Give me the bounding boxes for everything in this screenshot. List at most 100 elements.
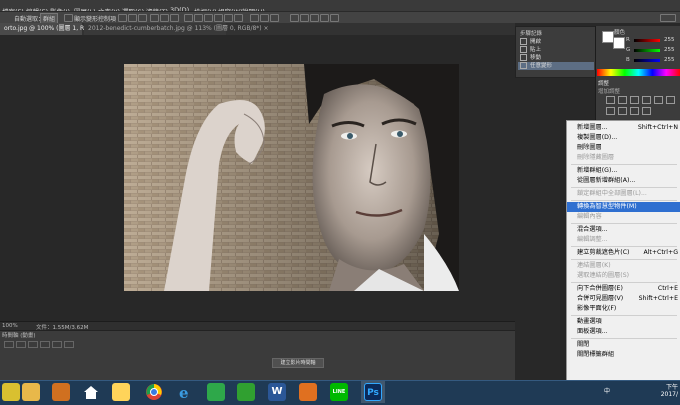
next-frame-icon[interactable] bbox=[40, 341, 50, 348]
context-menu-item[interactable]: 合併可見圖層(V) Shift+Ctrl+E bbox=[567, 294, 680, 304]
context-menu-item[interactable]: 新增圖層... Shift+Ctrl+N bbox=[567, 123, 680, 133]
context-menu-item[interactable]: 建立剪裁遮色片(C) Alt+Ctrl+G bbox=[567, 248, 680, 258]
distribute-icon[interactable] bbox=[214, 14, 223, 22]
store-icon[interactable] bbox=[207, 383, 225, 401]
levels-icon[interactable] bbox=[618, 96, 627, 104]
context-menu-item[interactable]: 面板選項... bbox=[567, 327, 680, 337]
history-item-selected[interactable]: 任意變形 bbox=[518, 62, 594, 70]
channel-label: R bbox=[626, 37, 630, 43]
context-menu-item[interactable]: 向下合併圖層(E) Ctrl+E bbox=[567, 284, 680, 294]
history-title: 步驟記錄 bbox=[520, 31, 543, 37]
context-menu-item[interactable]: 新增群組(G)... bbox=[567, 166, 680, 176]
3d-mode-icon[interactable] bbox=[330, 14, 339, 22]
menu-item-label: 關閉標籤群組 bbox=[577, 351, 615, 358]
history-item[interactable]: 移動 bbox=[518, 54, 594, 62]
channel-mixer-icon[interactable] bbox=[642, 107, 651, 115]
red-value[interactable]: 255 bbox=[664, 37, 675, 43]
distribute-icon[interactable] bbox=[204, 14, 213, 22]
context-menu-item[interactable]: 刪除圖層 bbox=[567, 143, 680, 153]
align-icon[interactable] bbox=[138, 14, 147, 22]
play-icon[interactable] bbox=[28, 341, 38, 348]
player-icon[interactable] bbox=[299, 383, 317, 401]
go-first-icon[interactable] bbox=[4, 341, 14, 348]
history-item[interactable]: 開啟 bbox=[518, 38, 594, 46]
menu-item-label: 新增群組(G)... bbox=[577, 167, 618, 174]
align-icon[interactable] bbox=[170, 14, 179, 22]
color-spectrum[interactable] bbox=[597, 69, 680, 76]
ie-icon[interactable]: e bbox=[176, 383, 194, 402]
photoshop-icon[interactable]: Ps bbox=[364, 383, 382, 401]
hue-icon[interactable] bbox=[666, 96, 675, 104]
home-icon[interactable] bbox=[82, 383, 100, 401]
align-icon[interactable] bbox=[160, 14, 169, 22]
3d-mode-icon[interactable] bbox=[290, 14, 299, 22]
curves-icon[interactable] bbox=[630, 96, 639, 104]
context-menu-item[interactable]: 關閉 bbox=[567, 340, 680, 350]
blue-value[interactable]: 255 bbox=[664, 57, 675, 63]
3d-mode-icon[interactable] bbox=[320, 14, 329, 22]
menu-separator bbox=[571, 246, 677, 247]
media-icon[interactable] bbox=[2, 383, 20, 401]
history-label: 貼上 bbox=[530, 47, 542, 53]
green-value[interactable]: 255 bbox=[664, 47, 675, 53]
context-menu-item: 鎖定群組中全部圖層(L)... bbox=[567, 189, 680, 199]
clock[interactable]: 下午 2017/ bbox=[645, 382, 678, 398]
transform-checkbox[interactable] bbox=[64, 14, 73, 22]
context-menu-item[interactable]: 關閉標籤群組 bbox=[567, 350, 680, 360]
3d-mode-icon[interactable] bbox=[310, 14, 319, 22]
align-icon[interactable] bbox=[128, 14, 137, 22]
color-balance-icon[interactable] bbox=[606, 107, 615, 115]
blue-slider[interactable] bbox=[634, 59, 660, 62]
tab-document-1[interactable]: orto.jpg @ 100% (圖層 1, RGB/8) bbox=[0, 23, 101, 35]
distribute-icon[interactable] bbox=[194, 14, 203, 22]
prev-frame-icon[interactable] bbox=[16, 341, 26, 348]
zoom-value[interactable]: 100% bbox=[2, 323, 18, 329]
green-slider[interactable] bbox=[634, 49, 660, 52]
distribute-icon[interactable] bbox=[270, 14, 279, 22]
exposure-icon[interactable] bbox=[642, 96, 651, 104]
svg-text:e: e bbox=[179, 384, 189, 401]
menu-separator bbox=[571, 200, 677, 201]
input-language[interactable]: 中 bbox=[604, 386, 610, 395]
photo-filter-icon[interactable] bbox=[630, 107, 639, 115]
history-label: 任意變形 bbox=[530, 63, 553, 69]
context-menu-item[interactable]: 從圖層新增群組(A)... bbox=[567, 176, 680, 186]
align-icon[interactable] bbox=[150, 14, 159, 22]
bw-icon[interactable] bbox=[618, 107, 627, 115]
history-item[interactable]: 貼上 bbox=[518, 46, 594, 54]
audio-icon[interactable] bbox=[52, 341, 62, 348]
context-menu-item[interactable]: 動畫選項 bbox=[567, 317, 680, 327]
distribute-icon[interactable] bbox=[184, 14, 193, 22]
create-timeline-button[interactable]: 建立影片時間軸 bbox=[272, 358, 324, 368]
tab-document-2[interactable]: 2012-benedict-cumberbatch.jpg @ 113% (圖層… bbox=[84, 23, 269, 35]
context-menu-item[interactable]: 轉換為智慧型物件(M) bbox=[567, 202, 680, 212]
context-menu-item[interactable]: 混合選項... bbox=[567, 225, 680, 235]
red-slider[interactable] bbox=[634, 39, 660, 42]
distribute-icon[interactable] bbox=[250, 14, 259, 22]
menu-item-label: 面板選項... bbox=[577, 328, 608, 335]
chrome-icon[interactable] bbox=[145, 383, 163, 401]
document-image[interactable] bbox=[124, 64, 459, 291]
brightness-icon[interactable] bbox=[606, 96, 615, 104]
workspace-dropdown[interactable] bbox=[660, 14, 676, 22]
line-icon[interactable]: LINE bbox=[330, 383, 348, 401]
menu-separator bbox=[571, 259, 677, 260]
settings-icon[interactable] bbox=[64, 341, 74, 348]
folder-icon[interactable] bbox=[22, 383, 40, 401]
menu-separator bbox=[571, 315, 677, 316]
distribute-icon[interactable] bbox=[260, 14, 269, 22]
word-icon[interactable]: W bbox=[268, 383, 286, 401]
align-icon[interactable] bbox=[118, 14, 127, 22]
context-menu-item[interactable]: 複製圖層(D)... bbox=[567, 133, 680, 143]
distribute-icon[interactable] bbox=[234, 14, 243, 22]
context-menu-item[interactable]: 影像平面化(F) bbox=[567, 304, 680, 314]
vibrance-icon[interactable] bbox=[654, 96, 663, 104]
notes-icon[interactable] bbox=[52, 383, 70, 401]
menu-item-label: 關閉 bbox=[577, 341, 590, 348]
explorer-icon[interactable] bbox=[112, 383, 130, 401]
distribute-icon[interactable] bbox=[224, 14, 233, 22]
3d-mode-icon[interactable] bbox=[300, 14, 309, 22]
foreground-color-swatch[interactable] bbox=[613, 37, 625, 49]
menu-item-label: 從圖層新增群組(A)... bbox=[577, 177, 636, 184]
video-icon[interactable] bbox=[237, 383, 255, 401]
